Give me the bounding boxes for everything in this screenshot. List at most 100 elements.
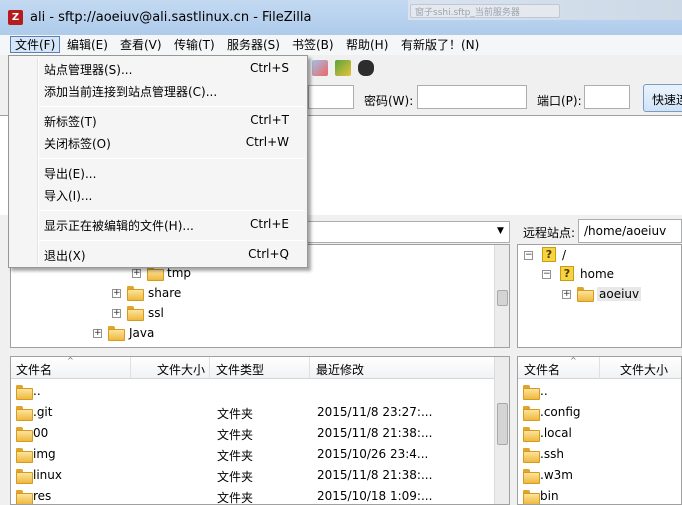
menu-server[interactable]: 服务器(S) xyxy=(227,37,280,53)
tree-label: home xyxy=(580,267,615,281)
file-row[interactable]: .config xyxy=(518,402,681,423)
menu-help[interactable]: 帮助(H) xyxy=(346,37,388,53)
column-header-filesize[interactable]: 文件大小 xyxy=(131,357,210,379)
menu-bookmarks[interactable]: 书签(B) xyxy=(292,37,334,53)
menu-edit[interactable]: 编辑(E) xyxy=(67,37,108,53)
background-window-tab[interactable]: 窗子sshi.sftp_当前服务器 xyxy=(410,4,560,18)
menu-item-site-manager[interactable]: 站点管理器(S)... Ctrl+S xyxy=(11,58,305,80)
folder-icon xyxy=(16,385,33,400)
column-header-filename[interactable]: ^ 文件名 xyxy=(518,357,600,379)
menu-item-shortcut: Ctrl+S xyxy=(249,61,289,75)
file-row[interactable]: .. xyxy=(518,381,681,402)
tree-label: aoeiuv xyxy=(597,287,642,301)
file-row[interactable]: linux 文件夹 2015/11/8 21:38:... xyxy=(11,465,495,486)
scrollbar-thumb[interactable] xyxy=(497,403,508,445)
file-row[interactable]: .w3m xyxy=(518,465,681,486)
folder-icon xyxy=(108,326,125,341)
file-type: 文件夹 xyxy=(217,491,254,505)
column-header-modified[interactable]: 最近修改 xyxy=(310,357,495,379)
folder-icon xyxy=(16,427,33,442)
file-name: .git xyxy=(33,405,53,419)
tree-node-home[interactable]: − ? home xyxy=(542,266,672,284)
local-path-dropdown-icon[interactable]: ▼ xyxy=(497,226,504,236)
sync-browsing-icon[interactable] xyxy=(335,60,351,76)
menu-transfer[interactable]: 传输(T) xyxy=(174,37,215,53)
menu-item-shortcut: Ctrl+T xyxy=(250,113,289,127)
unknown-folder-icon: ? xyxy=(560,266,574,281)
tree-label: / xyxy=(562,248,567,262)
file-name: res xyxy=(33,489,52,503)
tree-node-root[interactable]: − ? / xyxy=(524,247,674,265)
menu-item-show-edited-files[interactable]: 显示正在被编辑的文件(H)... Ctrl+E xyxy=(11,214,305,236)
menu-separator xyxy=(39,240,305,241)
menu-file[interactable]: 文件(F) xyxy=(10,36,61,53)
file-row[interactable]: .. xyxy=(11,381,495,402)
search-files-icon[interactable] xyxy=(358,60,374,76)
file-dropdown-menu: 站点管理器(S)... Ctrl+S 添加当前连接到站点管理器(C)... 新标… xyxy=(8,55,308,268)
menu-item-add-to-site-manager[interactable]: 添加当前连接到站点管理器(C)... xyxy=(11,80,305,102)
file-name: .. xyxy=(33,384,41,398)
column-header-filesize[interactable]: 文件大小 xyxy=(600,357,681,379)
compare-directories-icon[interactable] xyxy=(312,60,328,76)
quickconnect-password-input[interactable] xyxy=(417,85,527,109)
tree-label: Java xyxy=(129,326,155,340)
scrollbar-thumb[interactable] xyxy=(497,290,508,306)
file-name: bin xyxy=(540,489,559,503)
file-row[interactable]: bin xyxy=(518,486,681,504)
menu-new-version[interactable]: 有新版了！(N) xyxy=(401,37,479,53)
column-header-filename[interactable]: ^ 文件名 xyxy=(11,357,131,379)
menu-item-new-tab[interactable]: 新标签(T) Ctrl+T xyxy=(11,110,305,132)
menu-item-shortcut: Ctrl+E xyxy=(250,217,289,231)
collapse-icon[interactable]: − xyxy=(542,270,551,279)
tree-label: ssl xyxy=(148,306,164,320)
tree-node-aoeiuv[interactable]: + aoeiuv xyxy=(562,286,672,304)
quickconnect-port-input[interactable] xyxy=(584,85,630,109)
file-row[interactable]: .git 文件夹 2015/11/8 23:27:... xyxy=(11,402,495,423)
menu-view[interactable]: 查看(V) xyxy=(120,37,162,53)
file-row[interactable]: .ssh xyxy=(518,444,681,465)
menu-item-import[interactable]: 导入(I)... xyxy=(11,184,305,206)
menu-item-export[interactable]: 导出(E)... xyxy=(11,162,305,184)
file-modified: 2015/11/8 21:38:... xyxy=(317,426,433,440)
local-tree-scrollbar[interactable] xyxy=(494,245,509,347)
tree-node-ssl[interactable]: + ssl xyxy=(111,305,231,323)
tree-node-java[interactable]: + Java xyxy=(92,325,212,343)
quickconnect-username-input[interactable] xyxy=(308,85,354,109)
quickconnect-button[interactable]: 快速连接 xyxy=(643,84,682,112)
expand-icon[interactable]: + xyxy=(112,289,121,298)
expand-icon[interactable]: + xyxy=(112,309,121,318)
menu-separator xyxy=(39,210,305,211)
file-row[interactable]: .local xyxy=(518,423,681,444)
file-row[interactable]: img 文件夹 2015/10/26 23:4... xyxy=(11,444,495,465)
local-list-scrollbar[interactable] xyxy=(494,357,509,504)
file-name: img xyxy=(33,447,56,461)
file-type: 文件夹 xyxy=(217,407,254,421)
menu-item-close-tab[interactable]: 关闭标签(O) Ctrl+W xyxy=(11,132,305,154)
folder-icon xyxy=(127,306,144,321)
column-header-filetype[interactable]: 文件类型 xyxy=(210,357,310,379)
menu-item-exit[interactable]: 退出(X) Ctrl+Q xyxy=(11,244,305,266)
collapse-icon[interactable]: − xyxy=(524,251,533,260)
tree-node-share[interactable]: + share xyxy=(111,285,231,303)
local-file-list[interactable]: ^ 文件名 文件大小 文件类型 最近修改 .. .git 文件夹 2015/11… xyxy=(10,356,510,505)
menu-item-label: 新标签(T) xyxy=(44,115,97,129)
column-label: 最近修改 xyxy=(316,363,365,377)
remote-directory-tree[interactable]: − ? / − ? home + aoeiuv xyxy=(517,244,682,348)
file-row[interactable]: res 文件夹 2015/10/18 1:09:... xyxy=(11,486,495,505)
menu-item-shortcut: Ctrl+W xyxy=(245,135,289,149)
column-label: 文件大小 xyxy=(620,363,669,377)
file-row[interactable]: 00 文件夹 2015/11/8 21:38:... xyxy=(11,423,495,444)
file-type: 文件夹 xyxy=(217,470,254,484)
remote-path-input[interactable]: /home/aoeiuv xyxy=(578,219,682,243)
folder-icon xyxy=(16,406,33,421)
expand-icon[interactable]: + xyxy=(562,290,571,299)
tree-label: share xyxy=(148,286,182,300)
remote-file-list[interactable]: ^ 文件名 文件大小 .. .config .local .ssh .w3m b… xyxy=(517,356,682,505)
port-label: 端口(P): xyxy=(537,94,582,108)
sort-ascending-icon: ^ xyxy=(67,356,74,365)
folder-icon xyxy=(16,490,33,504)
expand-icon[interactable]: + xyxy=(132,269,141,278)
expand-icon[interactable]: + xyxy=(93,329,102,338)
menu-item-shortcut: Ctrl+Q xyxy=(248,247,289,261)
folder-icon xyxy=(577,287,594,302)
